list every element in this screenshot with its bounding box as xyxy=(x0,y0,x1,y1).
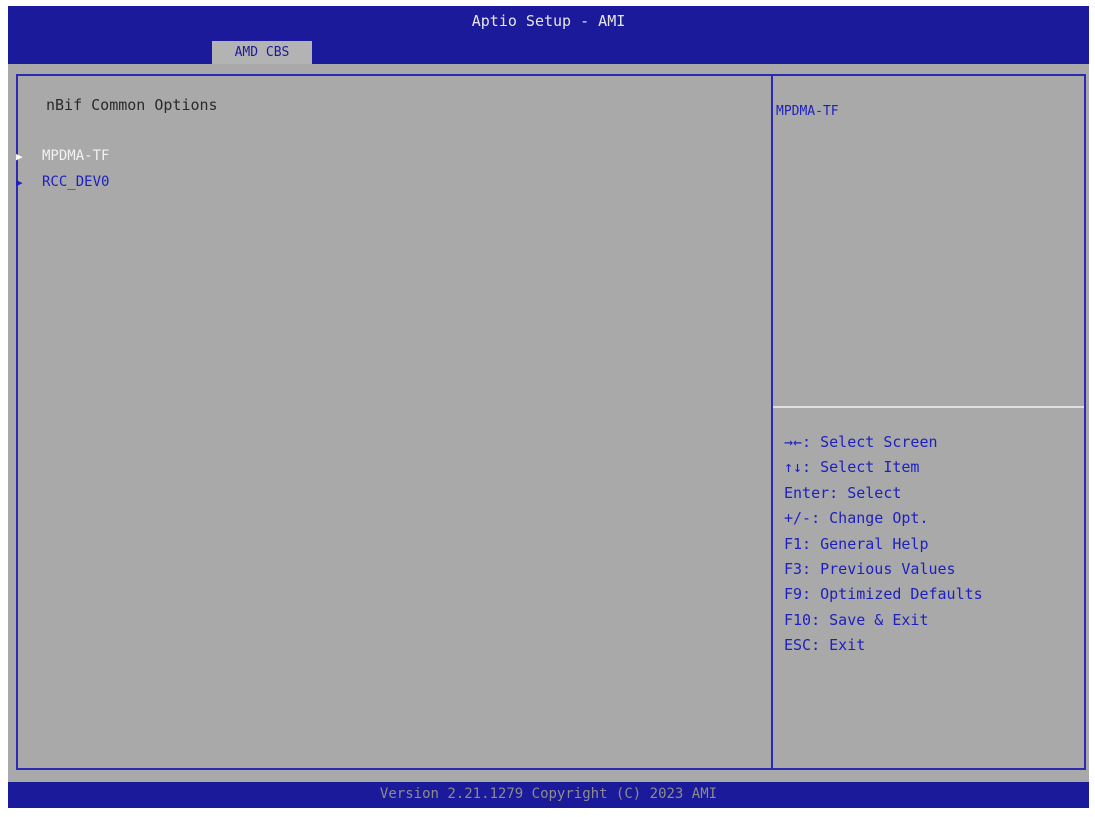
key-hint-optimized-defaults: F9: Optimized Defaults xyxy=(784,585,983,604)
key-legend: →←: Select Screen ↑↓: Select Item Enter:… xyxy=(784,430,983,659)
key-hint-exit: ESC: Exit xyxy=(784,636,866,655)
right-triangle-icon: ▶ xyxy=(16,176,23,189)
help-description: MPDMA-TF xyxy=(776,104,839,119)
help-divider xyxy=(773,406,1084,408)
bios-screen: Aptio Setup - AMI AMD CBS nBif Common Op… xyxy=(8,6,1089,808)
section-title: nBif Common Options xyxy=(46,96,218,114)
key-hint-save-exit: F10: Save & Exit xyxy=(784,610,929,629)
app-title: Aptio Setup - AMI xyxy=(471,12,626,30)
right-triangle-icon: ▶ xyxy=(16,150,23,163)
tab-amd-cbs[interactable]: AMD CBS xyxy=(212,41,312,64)
key-hint-general-help: F1: General Help xyxy=(784,534,929,553)
key-hint-select-screen: →←: Select Screen xyxy=(784,433,938,451)
key-hint-enter: Enter: Select xyxy=(784,483,902,502)
key-hint-select-item: ↑↓: Select Item xyxy=(784,458,920,477)
menu-item-label: MPDMA-TF xyxy=(42,148,110,164)
version-text: Version 2.21.1279 Copyright (C) 2023 AMI xyxy=(379,786,718,802)
footer-bar: Version 2.21.1279 Copyright (C) 2023 AMI xyxy=(8,782,1089,808)
menu-item-rcc-dev0[interactable]: ▶ RCC_DEV0 xyxy=(16,174,109,190)
title-bar: Aptio Setup - AMI AMD CBS xyxy=(8,6,1089,64)
key-hint-change-opt: +/-: Change Opt. xyxy=(784,509,929,528)
key-hint-previous-values: F3: Previous Values xyxy=(784,560,956,579)
menu-item-label: RCC_DEV0 xyxy=(42,174,110,190)
content-frame xyxy=(16,74,1086,770)
panel-divider xyxy=(771,74,773,770)
menu-item-mpdma-tf[interactable]: ▶ MPDMA-TF xyxy=(16,148,109,164)
